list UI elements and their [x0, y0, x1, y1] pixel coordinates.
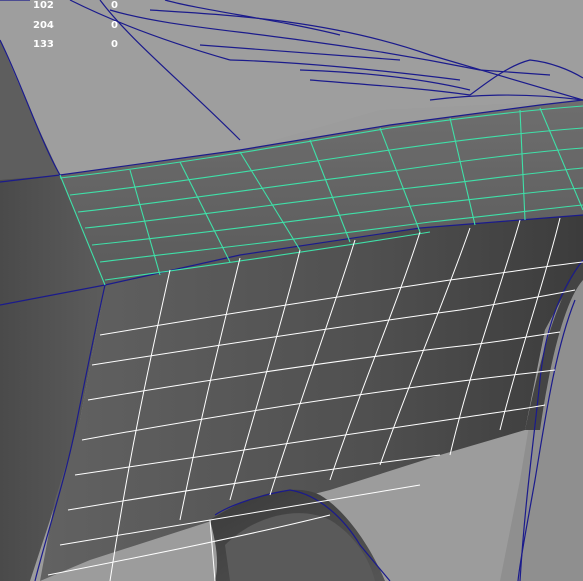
hud-value: 0	[111, 39, 118, 50]
hud-row: 204 0	[33, 16, 118, 36]
hud-label: 204	[33, 19, 54, 31]
hud-value: 0	[111, 19, 118, 31]
3d-viewport[interactable]: 102 0 204 0 133 0	[0, 0, 583, 581]
hud-label: 102	[33, 0, 54, 11]
viewport-scene	[0, 0, 583, 581]
hud-readout: 102 0 204 0 133 0	[33, 0, 118, 55]
hud-label: 133	[33, 39, 54, 50]
hud-row: 102 0	[33, 0, 118, 16]
hud-value: 0	[111, 0, 118, 11]
hud-row: 133 0	[33, 35, 118, 55]
